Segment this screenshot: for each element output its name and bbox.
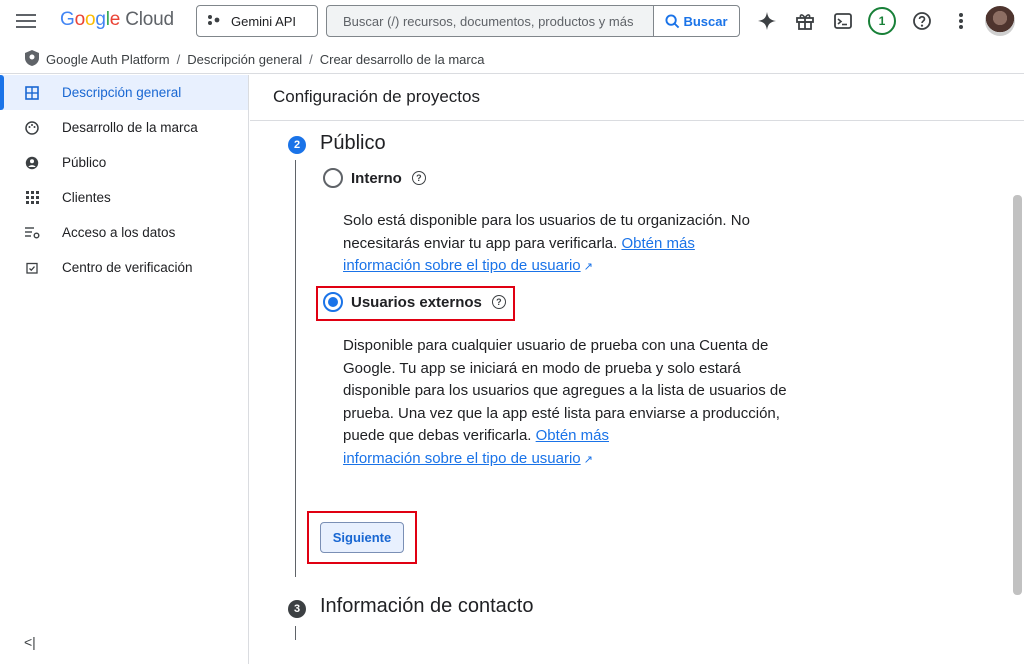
breadcrumb-separator: /: [176, 52, 181, 67]
sparkle-icon[interactable]: [754, 8, 780, 34]
step-number-badge: 3: [288, 600, 306, 618]
help-icon[interactable]: [909, 8, 935, 34]
radio-button-internal[interactable]: [323, 168, 343, 188]
sidebar-item-label: Descripción general: [62, 85, 182, 100]
help-icon[interactable]: ?: [411, 171, 426, 185]
avatar[interactable]: [985, 6, 1015, 36]
breadcrumb-item-overview[interactable]: Descripción general: [187, 52, 302, 67]
project-dots-icon: [207, 14, 221, 29]
radio-external[interactable]: Usuarios externos ?: [323, 292, 506, 312]
scrollbar[interactable]: [1013, 195, 1022, 595]
breadcrumb-separator: /: [309, 52, 313, 67]
step-number-badge: 2: [288, 136, 306, 154]
help-icon[interactable]: ?: [491, 295, 506, 309]
radio-internal[interactable]: Interno ?: [323, 168, 426, 188]
page-title: Configuración de proyectos: [273, 87, 480, 106]
menu-icon[interactable]: [14, 10, 38, 34]
user-type-info-link[interactable]: información sobre el tipo de usuario: [343, 450, 581, 467]
apps-grid-icon: [24, 190, 40, 206]
search-button-label: Buscar: [683, 13, 728, 29]
sidebar-item-verification[interactable]: Centro de verificación: [0, 250, 248, 285]
more-vert-icon[interactable]: [948, 8, 974, 34]
project-picker-button[interactable]: Gemini API: [196, 5, 318, 37]
sidebar: Descripción general Desarrollo de la mar…: [0, 75, 249, 664]
person-icon: [24, 155, 40, 171]
search-input[interactable]: [327, 6, 653, 36]
sidebar-item-label: Público: [62, 155, 107, 170]
step-title-audience: Público: [320, 132, 386, 154]
breadcrumb-item-auth-platform[interactable]: Google Auth Platform: [46, 52, 170, 67]
search-bar: Buscar: [326, 5, 740, 37]
search-icon: [665, 13, 680, 28]
dashboard-icon: [24, 85, 40, 101]
step-connector-line: [295, 160, 296, 577]
sidebar-item-label: Clientes: [62, 190, 111, 205]
external-link-icon: ↗: [583, 453, 593, 466]
shield-icon: [24, 49, 40, 70]
user-type-info-link[interactable]: información sobre el tipo de usuario: [343, 257, 581, 274]
sidebar-item-label: Acceso a los datos: [62, 225, 176, 240]
notifications-badge[interactable]: 1: [868, 7, 896, 35]
breadcrumb: Google Auth Platform / Descripción gener…: [0, 46, 1024, 74]
sidebar-item-data-access[interactable]: Acceso a los datos: [0, 215, 248, 250]
learn-more-link[interactable]: Obtén más: [536, 427, 609, 444]
google-cloud-logo[interactable]: Google Cloud: [60, 9, 174, 31]
sidebar-item-label: Centro de verificación: [62, 260, 193, 275]
step-connector-line: [295, 626, 296, 640]
project-label: Gemini API: [231, 13, 297, 29]
internal-description: Solo está disponible para los usuarios d…: [343, 210, 793, 279]
radio-button-external[interactable]: [323, 292, 343, 312]
external-description: Disponible para cualquier usuario de pru…: [343, 335, 793, 471]
radio-label-internal: Interno: [351, 169, 402, 187]
collapse-sidebar-icon[interactable]: <|: [24, 634, 36, 650]
learn-more-link[interactable]: Obtén más: [621, 235, 694, 252]
divider: [250, 120, 1024, 121]
sidebar-item-clients[interactable]: Clientes: [0, 180, 248, 215]
radio-label-external: Usuarios externos: [351, 293, 482, 311]
palette-icon: [24, 120, 40, 136]
terminal-icon[interactable]: [830, 8, 856, 34]
top-bar: Google Cloud Gemini API Buscar 1: [0, 0, 1024, 44]
step-title-contact: Información de contacto: [320, 595, 534, 617]
sidebar-item-label: Desarrollo de la marca: [62, 120, 198, 135]
verification-icon: [24, 260, 40, 276]
next-button[interactable]: Siguiente: [320, 522, 404, 553]
sidebar-item-overview[interactable]: Descripción general: [0, 75, 248, 110]
sidebar-item-audience[interactable]: Público: [0, 145, 248, 180]
external-link-icon: ↗: [583, 261, 593, 273]
sidebar-item-branding[interactable]: Desarrollo de la marca: [0, 110, 248, 145]
breadcrumb-item-current: Crear desarrollo de la marca: [319, 52, 485, 67]
search-button[interactable]: Buscar: [653, 6, 739, 36]
data-access-icon: [24, 225, 40, 241]
gift-icon[interactable]: [792, 8, 818, 34]
